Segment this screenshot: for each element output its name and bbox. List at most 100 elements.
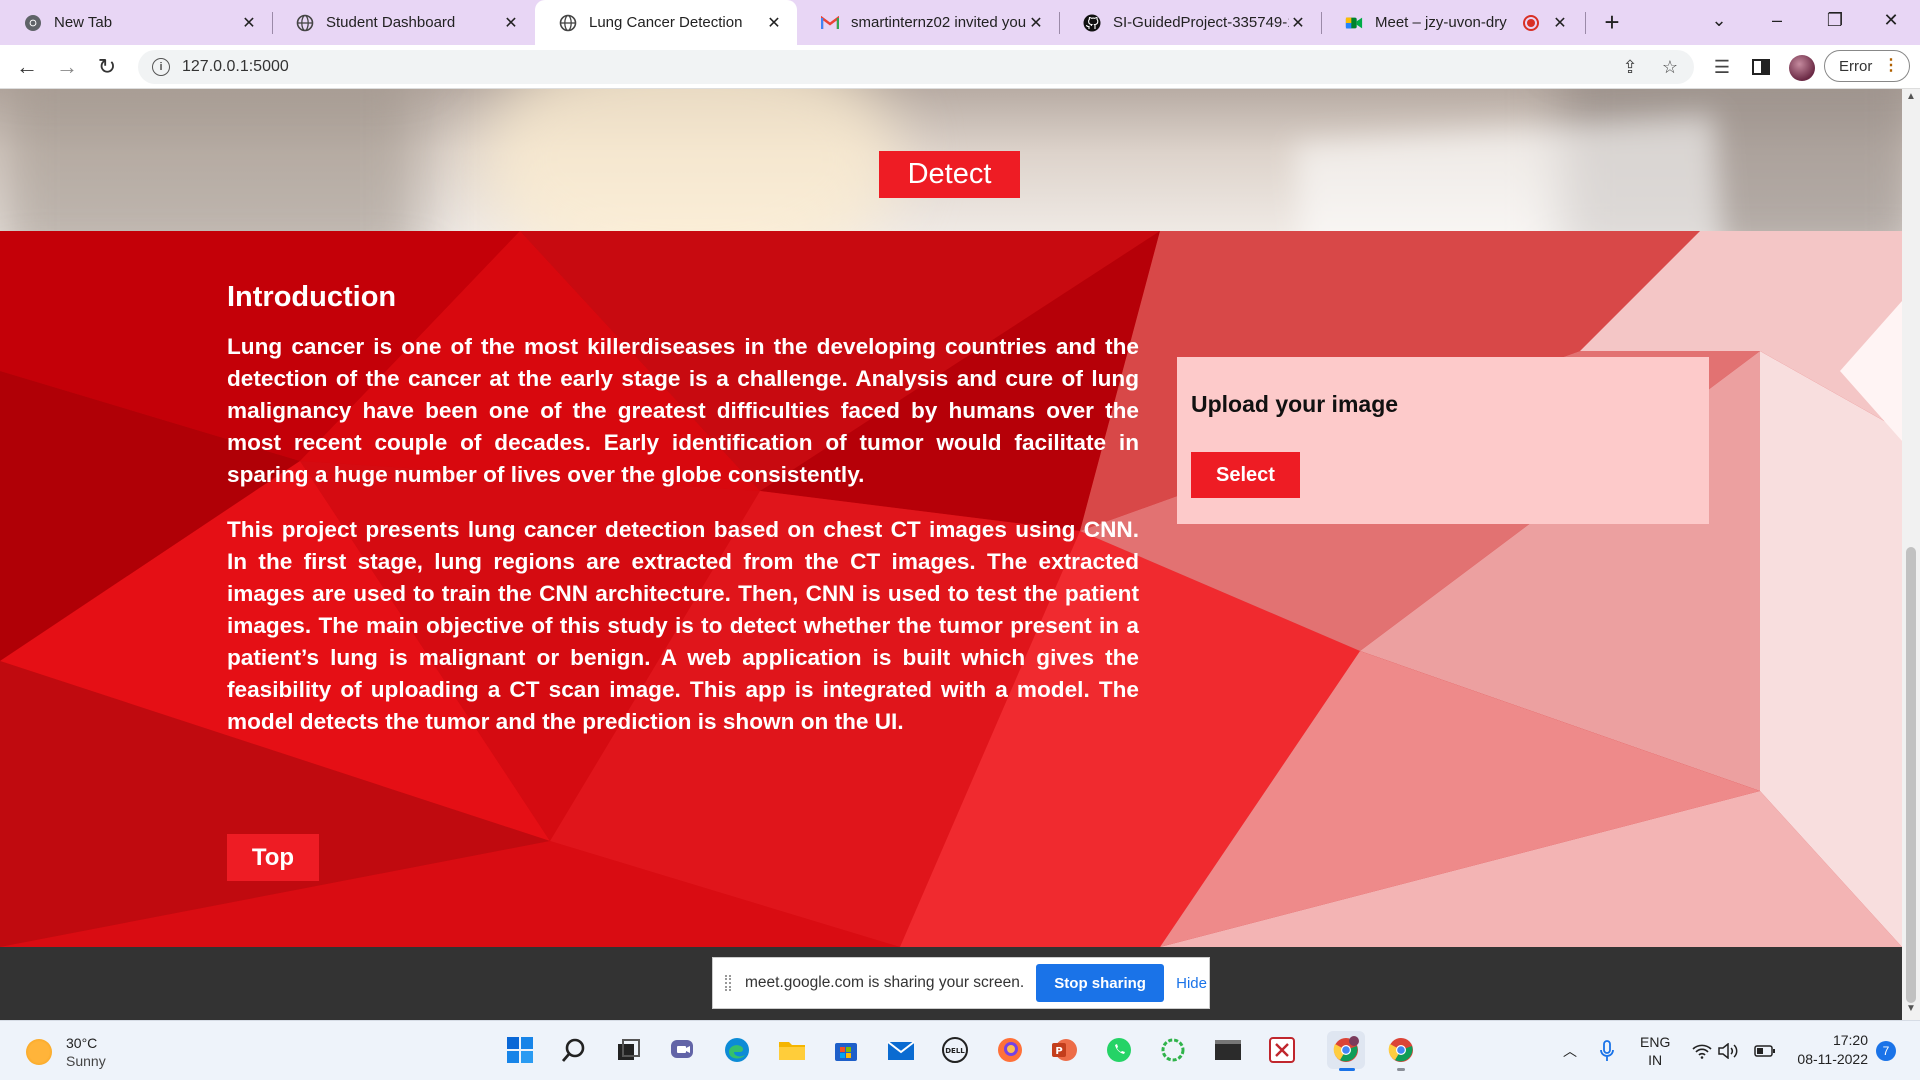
show-hidden-icons-icon[interactable]: ︿ bbox=[1563, 1021, 1577, 1080]
language-indicator[interactable]: ENG IN bbox=[1640, 1021, 1670, 1080]
meet-icon bbox=[1345, 14, 1363, 32]
firefox-icon[interactable] bbox=[991, 1031, 1029, 1069]
close-icon[interactable]: ✕ bbox=[502, 14, 520, 32]
tab-gmail[interactable]: smartinternz02 invited you ✕ bbox=[797, 0, 1059, 45]
upload-card: Upload your image Select bbox=[1177, 357, 1709, 524]
chrome-icon[interactable] bbox=[1382, 1031, 1420, 1071]
close-icon[interactable]: ✕ bbox=[1551, 14, 1569, 32]
scroll-thumb[interactable] bbox=[1906, 547, 1916, 1003]
close-window-button[interactable]: ✕ bbox=[1862, 0, 1920, 40]
edge-icon[interactable] bbox=[718, 1031, 756, 1069]
scroll-down-icon[interactable]: ▼ bbox=[1906, 1003, 1916, 1014]
notification-badge[interactable]: 7 bbox=[1876, 1041, 1896, 1061]
tab-student-dashboard[interactable]: Student Dashboard ✕ bbox=[272, 0, 534, 45]
screen-share-bar: meet.google.com is sharing your screen. … bbox=[712, 957, 1210, 1009]
clock-time: 17:20 bbox=[1832, 1032, 1868, 1048]
close-icon[interactable]: ✕ bbox=[1027, 14, 1045, 32]
restore-button[interactable]: ❐ bbox=[1806, 0, 1864, 40]
mail-icon[interactable] bbox=[882, 1031, 920, 1069]
browser-toolbar: ← → ↻ i 127.0.0.1:5000 ⇪ ☆ ☰ Error ⋮ bbox=[0, 45, 1920, 89]
svg-text:DELL: DELL bbox=[945, 1047, 965, 1055]
side-panel-icon[interactable] bbox=[1745, 51, 1777, 83]
store-icon[interactable] bbox=[827, 1031, 865, 1069]
search-icon[interactable] bbox=[555, 1031, 593, 1069]
globe-icon bbox=[296, 14, 314, 32]
sun-icon bbox=[26, 1039, 52, 1065]
loading-app-icon[interactable] bbox=[1154, 1031, 1192, 1069]
profile-error-chip[interactable]: Error ⋮ bbox=[1824, 50, 1910, 82]
tab-search-icon[interactable]: ⌄ bbox=[1690, 0, 1748, 40]
whatsapp-icon[interactable] bbox=[1100, 1031, 1138, 1069]
tab-label: smartinternz02 invited you bbox=[851, 14, 1027, 31]
page-viewport: Detect Introduction Lung cancer is one o… bbox=[0, 89, 1902, 1020]
tab-label: SI-GuidedProject-335749-1 bbox=[1113, 14, 1289, 31]
system-clock[interactable]: 17:20 08-11-2022 bbox=[1790, 1031, 1868, 1069]
github-icon bbox=[1083, 14, 1101, 32]
stop-sharing-button[interactable]: Stop sharing bbox=[1036, 964, 1165, 1002]
tab-new-tab[interactable]: New Tab ✕ bbox=[0, 0, 272, 45]
dell-icon[interactable]: DELL bbox=[936, 1031, 974, 1069]
recording-icon bbox=[1523, 14, 1539, 31]
tab-label: Lung Cancer Detection bbox=[589, 14, 743, 31]
share-message: meet.google.com is sharing your screen. bbox=[745, 974, 1025, 991]
volume-icon[interactable] bbox=[1718, 1021, 1740, 1080]
address-bar[interactable]: i 127.0.0.1:5000 bbox=[138, 50, 1694, 84]
new-tab-button[interactable]: + bbox=[1596, 6, 1628, 38]
powerpoint-icon[interactable]: P bbox=[1045, 1031, 1083, 1069]
taskbar: 30°C Sunny DELL P ︿ ENG IN 17:20 08-11-2… bbox=[0, 1020, 1920, 1080]
weather-condition: Sunny bbox=[66, 1053, 106, 1069]
profile-avatar[interactable] bbox=[1789, 55, 1815, 81]
tab-strip: New Tab ✕ Student Dashboard ✕ Lung Cance… bbox=[0, 0, 1920, 45]
lang-line2: IN bbox=[1648, 1052, 1663, 1068]
close-icon[interactable]: ✕ bbox=[240, 14, 258, 32]
gmail-icon bbox=[821, 14, 839, 32]
microphone-icon[interactable] bbox=[1600, 1021, 1614, 1080]
share-icon[interactable]: ⇪ bbox=[1614, 51, 1646, 83]
file-explorer-icon[interactable] bbox=[773, 1031, 811, 1069]
intro-paragraph-1: Lung cancer is one of the most killerdis… bbox=[227, 334, 1139, 487]
chat-icon[interactable] bbox=[664, 1031, 702, 1069]
chrome-profile-icon[interactable] bbox=[1327, 1031, 1365, 1071]
windows-start-icon[interactable] bbox=[501, 1031, 539, 1069]
error-label: Error bbox=[1839, 57, 1873, 75]
page-scrollbar[interactable]: ▲ ▼ bbox=[1902, 89, 1920, 1020]
back-button[interactable]: ← bbox=[11, 51, 43, 83]
intro-section: Introduction Lung cancer is one of the m… bbox=[0, 231, 1902, 947]
tab-separator bbox=[1585, 12, 1586, 34]
wifi-icon[interactable] bbox=[1692, 1021, 1712, 1080]
detect-button[interactable]: Detect bbox=[879, 151, 1020, 198]
battery-icon[interactable] bbox=[1754, 1021, 1776, 1080]
tab-github[interactable]: SI-GuidedProject-335749-1 ✕ bbox=[1059, 0, 1321, 45]
scroll-up-icon[interactable]: ▲ bbox=[1906, 91, 1916, 102]
page-footer: meet.google.com is sharing your screen. … bbox=[0, 947, 1902, 1020]
tab-label: Student Dashboard bbox=[326, 14, 456, 31]
forward-button[interactable]: → bbox=[51, 51, 83, 83]
upload-title: Upload your image bbox=[1191, 391, 1399, 417]
drag-handle-icon[interactable] bbox=[725, 975, 731, 991]
url-text: 127.0.0.1:5000 bbox=[182, 58, 289, 75]
lang-line1: ENG bbox=[1640, 1034, 1671, 1050]
menu-dots-icon: ⋮ bbox=[1883, 57, 1899, 74]
weather-widget[interactable]: 30°C Sunny bbox=[26, 1034, 106, 1070]
terminal-icon[interactable] bbox=[1209, 1031, 1247, 1069]
select-image-button[interactable]: Select bbox=[1191, 452, 1300, 498]
tab-lung-cancer-detection[interactable]: Lung Cancer Detection ✕ bbox=[535, 0, 797, 45]
media-controls-icon[interactable]: ☰ bbox=[1706, 51, 1738, 83]
snipping-tool-icon[interactable] bbox=[1263, 1031, 1301, 1069]
svg-text:P: P bbox=[1055, 1046, 1062, 1057]
reload-button[interactable]: ↻ bbox=[91, 51, 123, 83]
intro-title: Introduction bbox=[227, 281, 397, 313]
close-icon[interactable]: ✕ bbox=[1289, 14, 1307, 32]
hide-link[interactable]: Hide bbox=[1176, 975, 1207, 992]
site-info-icon[interactable]: i bbox=[152, 58, 170, 76]
tab-meet[interactable]: Meet – jzy-uvon-dry ✕ bbox=[1321, 0, 1583, 45]
task-view-icon[interactable] bbox=[609, 1031, 647, 1069]
tab-label: Meet – jzy-uvon-dry bbox=[1375, 14, 1507, 31]
minimize-button[interactable]: – bbox=[1748, 0, 1806, 40]
close-icon[interactable]: ✕ bbox=[765, 14, 783, 32]
top-button[interactable]: Top bbox=[227, 834, 319, 881]
weather-temp: 30°C bbox=[66, 1035, 98, 1051]
clock-date: 08-11-2022 bbox=[1797, 1051, 1868, 1067]
intro-paragraph-2: This project presents lung cancer detect… bbox=[227, 517, 1139, 734]
bookmark-star-icon[interactable]: ☆ bbox=[1654, 51, 1686, 83]
